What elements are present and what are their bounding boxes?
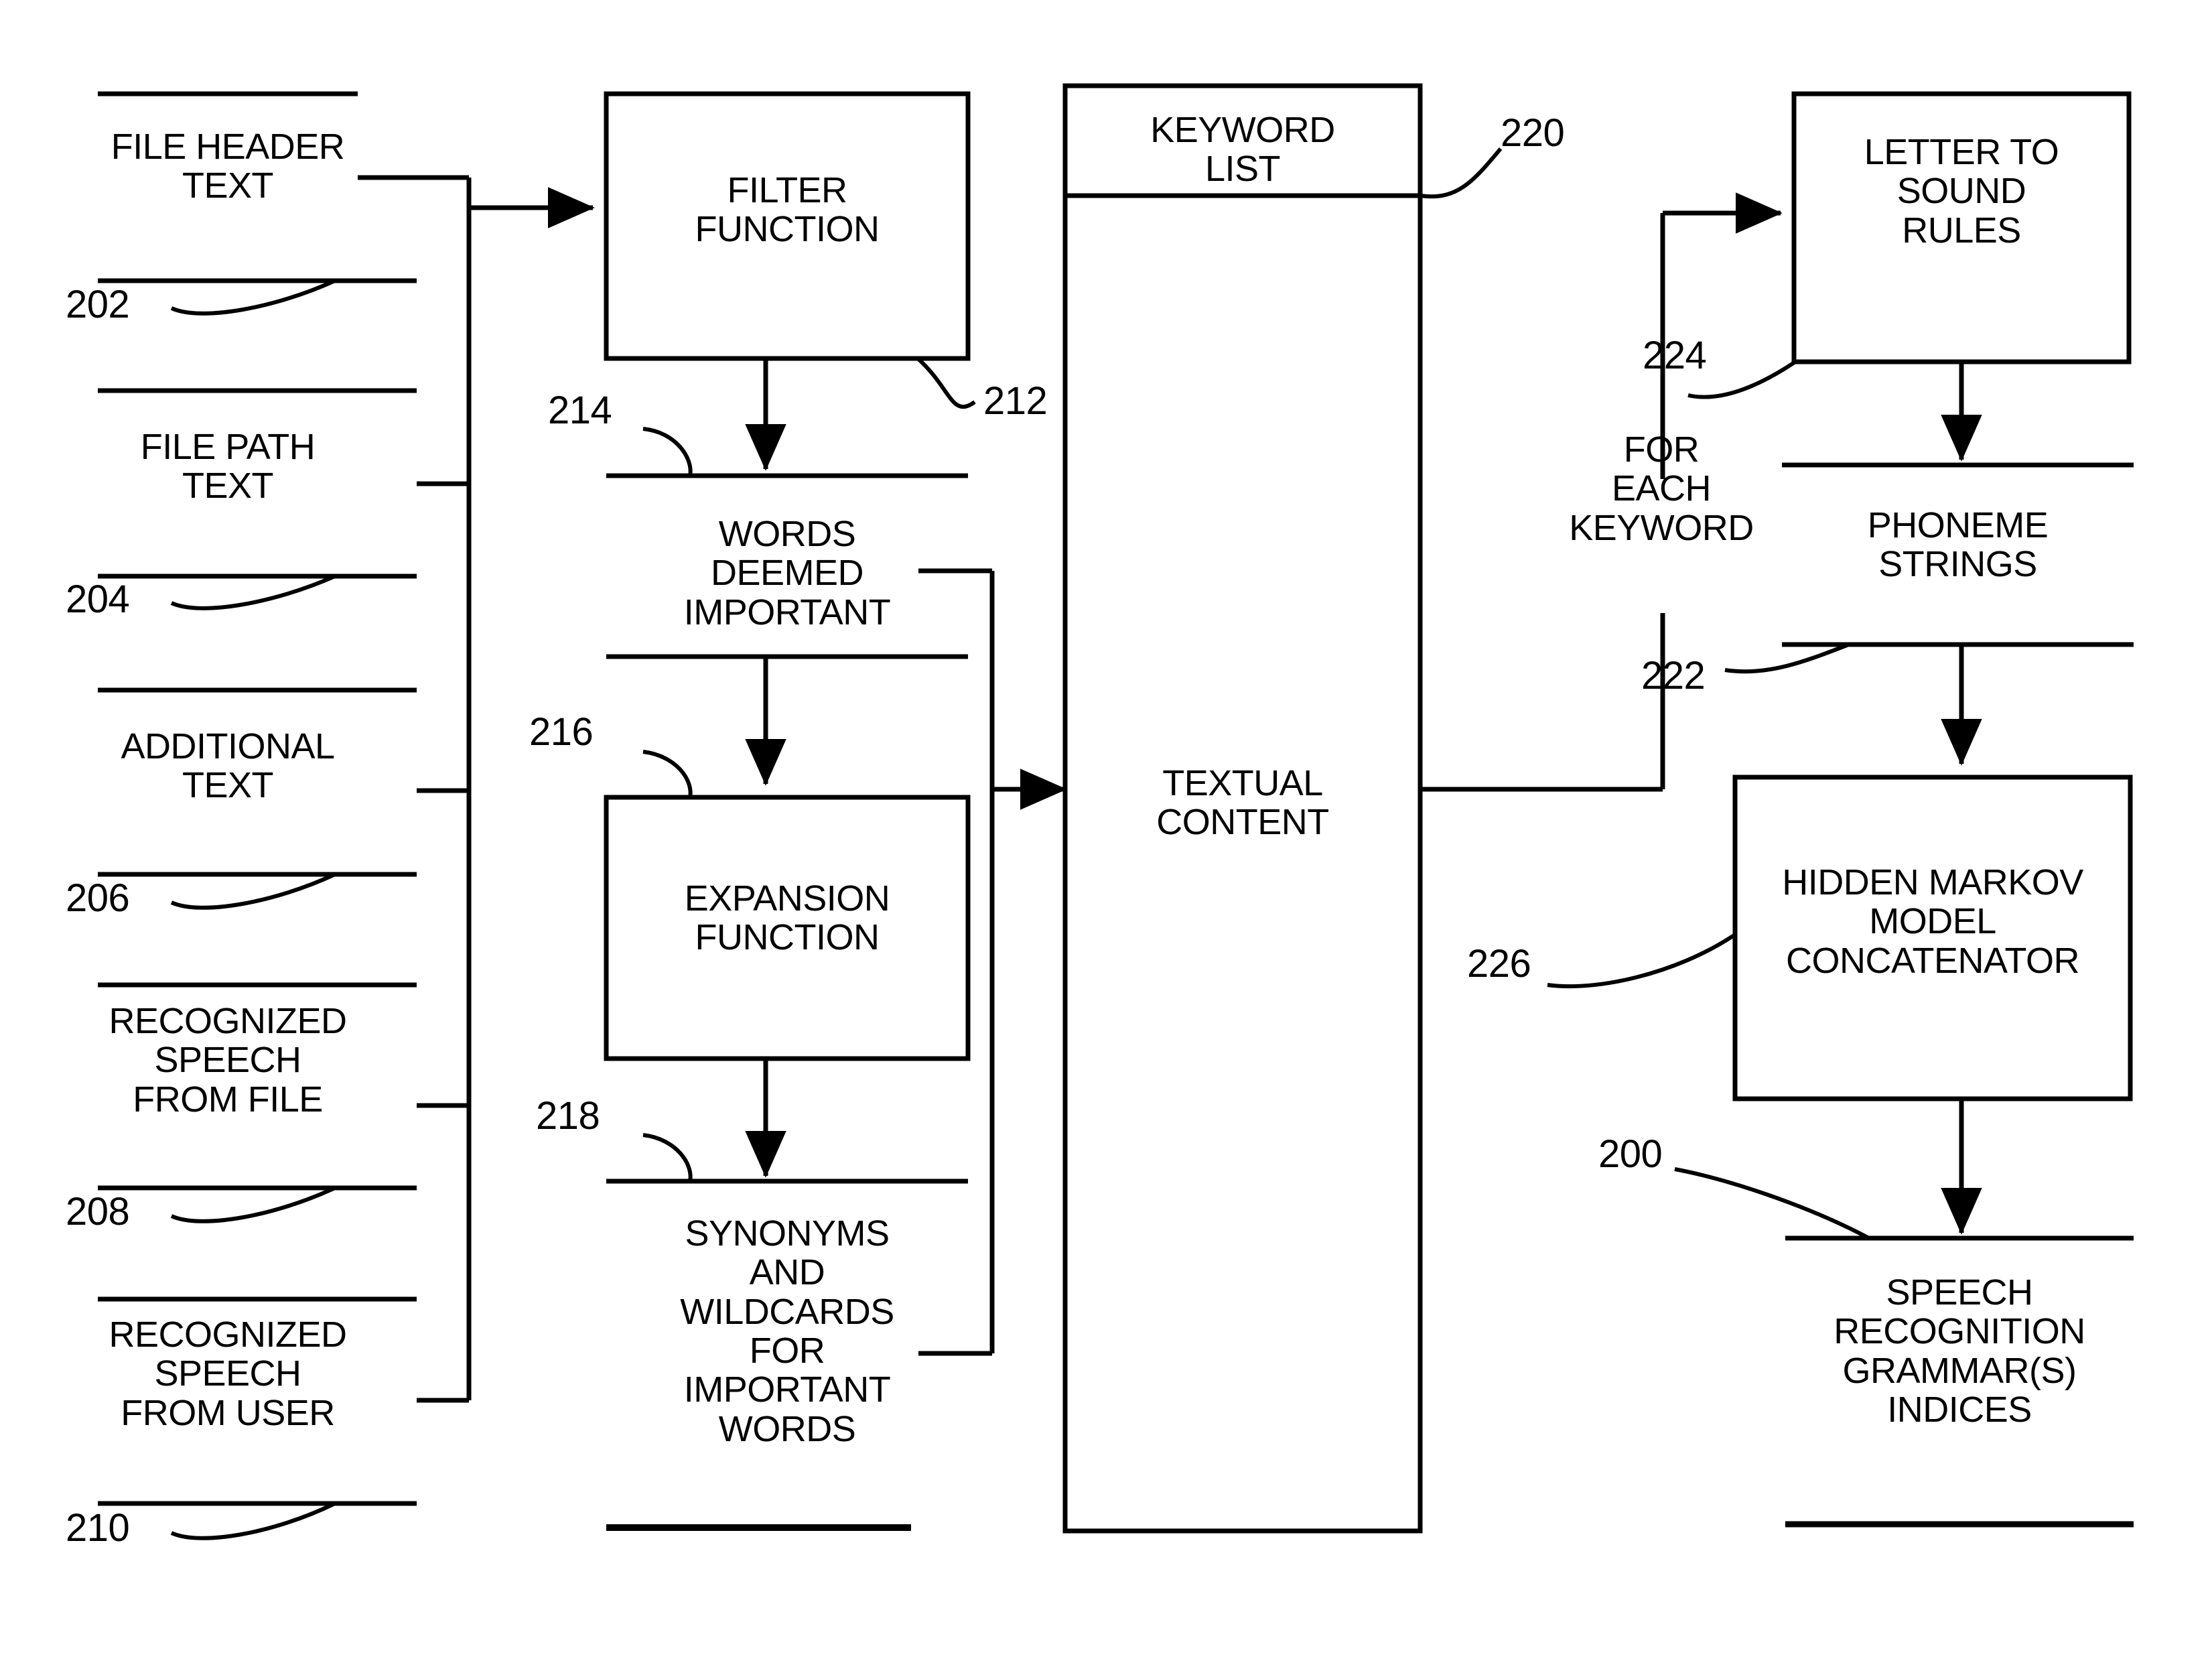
input-label-recognized-speech-from-user: RECOGNIZED SPEECH FROM USER	[109, 1315, 347, 1433]
reference-numeral-208: 208	[66, 1190, 130, 1233]
textual-content-label: TEXTUAL CONTENT	[1156, 763, 1329, 843]
letter-to-sound-rules-label: LETTER TO SOUND RULES	[1864, 132, 2059, 251]
reference-numeral-216: 216	[529, 710, 594, 754]
input-label-file-path-text: FILE PATH TEXT	[140, 427, 316, 507]
reference-numeral-224: 224	[1643, 334, 1707, 377]
words-deemed-important-label: WORDS DEEMED IMPORTANT	[683, 514, 891, 632]
reference-numeral-206: 206	[66, 876, 130, 920]
input-label-additional-text: ADDITIONAL TEXT	[121, 726, 335, 806]
reference-numeral-202: 202	[66, 283, 130, 326]
keyword-list-label: KEYWORD LIST	[1150, 110, 1335, 190]
phoneme-strings-label: PHONEME STRINGS	[1867, 505, 2049, 585]
figure-canvas: FILE HEADER TEXT 202 FILE PATH TEXT 204 …	[0, 0, 2212, 1679]
reference-numeral-218: 218	[536, 1094, 600, 1138]
reference-numeral-210: 210	[66, 1506, 130, 1550]
reference-numeral-212: 212	[983, 379, 1048, 423]
filter-function-label: FILTER FUNCTION	[695, 170, 880, 250]
input-label-file-header-text: FILE HEADER TEXT	[111, 127, 345, 206]
expansion-function-label: EXPANSION FUNCTION	[684, 878, 890, 958]
reference-numeral-214: 214	[548, 389, 612, 432]
input-label-recognized-speech-from-file: RECOGNIZED SPEECH FROM FILE	[109, 1001, 347, 1120]
grammar-indices-label: SPEECH RECOGNITION GRAMMAR(S) INDICES	[1834, 1272, 2085, 1430]
hmm-concatenator-label: HIDDEN MARKOV MODEL CONCATENATOR	[1782, 862, 2083, 981]
synonyms-and-wildcards-label: SYNONYMS AND WILDCARDS FOR IMPORTANT WOR…	[680, 1213, 894, 1449]
reference-numeral-204: 204	[66, 578, 130, 621]
reference-numeral-220: 220	[1501, 111, 1565, 155]
for-each-keyword-label: FOR EACH KEYWORD	[1569, 429, 1754, 548]
reference-numeral-226: 226	[1467, 942, 1531, 986]
reference-numeral-222: 222	[1641, 654, 1706, 697]
reference-numeral-200: 200	[1598, 1132, 1663, 1176]
